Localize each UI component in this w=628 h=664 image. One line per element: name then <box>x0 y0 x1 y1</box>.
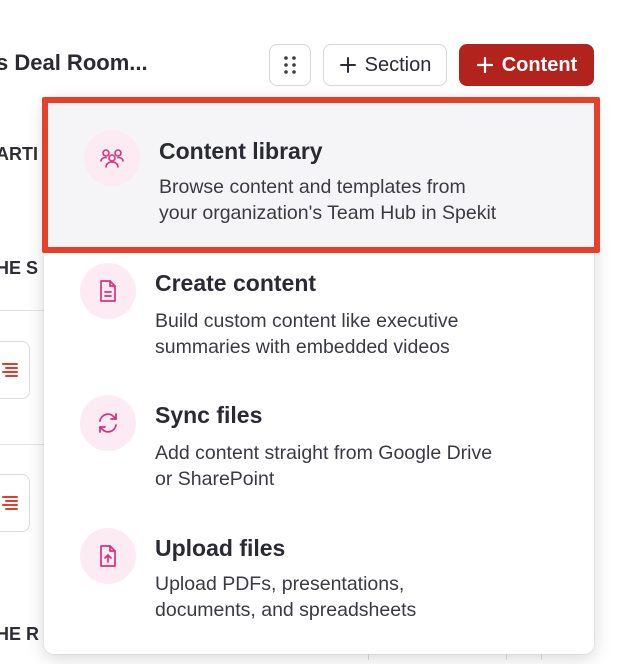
add-content-dropdown: Content library Browse content and templ… <box>42 97 600 654</box>
menu-item-description: Build custom content like executive summ… <box>155 308 575 360</box>
menu-item-title: Content library <box>159 138 323 164</box>
background-divider <box>0 310 44 311</box>
document-icon <box>100 280 116 302</box>
sync-icon <box>99 413 117 433</box>
menu-item-description-line: or SharePoint <box>155 468 275 490</box>
menu-item-title: Sync files <box>155 402 263 428</box>
add-content-button[interactable]: Content <box>459 44 594 86</box>
list-lines-icon <box>2 496 18 510</box>
add-section-button[interactable]: Section <box>323 44 447 86</box>
background-item-icon-box <box>0 341 30 399</box>
menu-item-title: Create content <box>155 270 317 296</box>
icon-badge <box>84 130 140 186</box>
menu-item-description-line: Add content straight from Google Drive <box>155 442 493 464</box>
menu-item-description-line: documents, and spreadsheets <box>155 599 417 621</box>
menu-item-description-line: Upload PDFs, presentations, <box>155 573 405 595</box>
background-heading-fragment: HE R <box>0 624 40 644</box>
menu-item-description-line: Build custom content like executive <box>155 310 459 332</box>
background-heading-fragment: ARTI <box>0 144 38 164</box>
background-heading-fragment: HE S <box>0 258 39 278</box>
menu-item-description: Upload PDFs, presentations, documents, a… <box>155 571 575 623</box>
icon-badge <box>80 528 136 584</box>
menu-item-title: Upload files <box>155 535 286 561</box>
icon-badge <box>80 263 136 319</box>
menu-item-upload-files[interactable]: Upload files Upload PDFs, presentations,… <box>44 518 594 650</box>
menu-item-sync-files[interactable]: Sync files Add content straight from Goo… <box>44 385 594 517</box>
menu-item-description-line: your organization's Team Hub in Spekit <box>159 202 497 224</box>
upload-file-icon <box>100 545 116 567</box>
team-users-icon <box>100 149 124 168</box>
menu-item-description-line: summaries with embedded videos <box>155 336 450 358</box>
plus-icon <box>476 56 493 74</box>
menu-item-description-line: Browse content and templates from <box>159 176 466 198</box>
grid-dots-icon <box>284 56 296 74</box>
page-title: s Deal Room... <box>0 50 148 75</box>
background-item-icon-box <box>0 474 30 532</box>
icon-badge <box>80 395 136 451</box>
list-lines-icon <box>2 363 18 377</box>
menu-item-description: Add content straight from Google Drive o… <box>155 440 575 492</box>
menu-item-create-content[interactable]: Create content Build custom content like… <box>44 253 594 385</box>
background-divider <box>0 444 44 445</box>
grid-menu-button[interactable] <box>269 44 311 86</box>
add-content-label: Content <box>501 53 578 76</box>
plus-icon <box>339 57 356 73</box>
menu-item-description: Browse content and templates from your o… <box>159 174 579 226</box>
add-section-label: Section <box>364 53 432 76</box>
menu-item-content-library[interactable]: Content library Browse content and templ… <box>42 97 600 253</box>
